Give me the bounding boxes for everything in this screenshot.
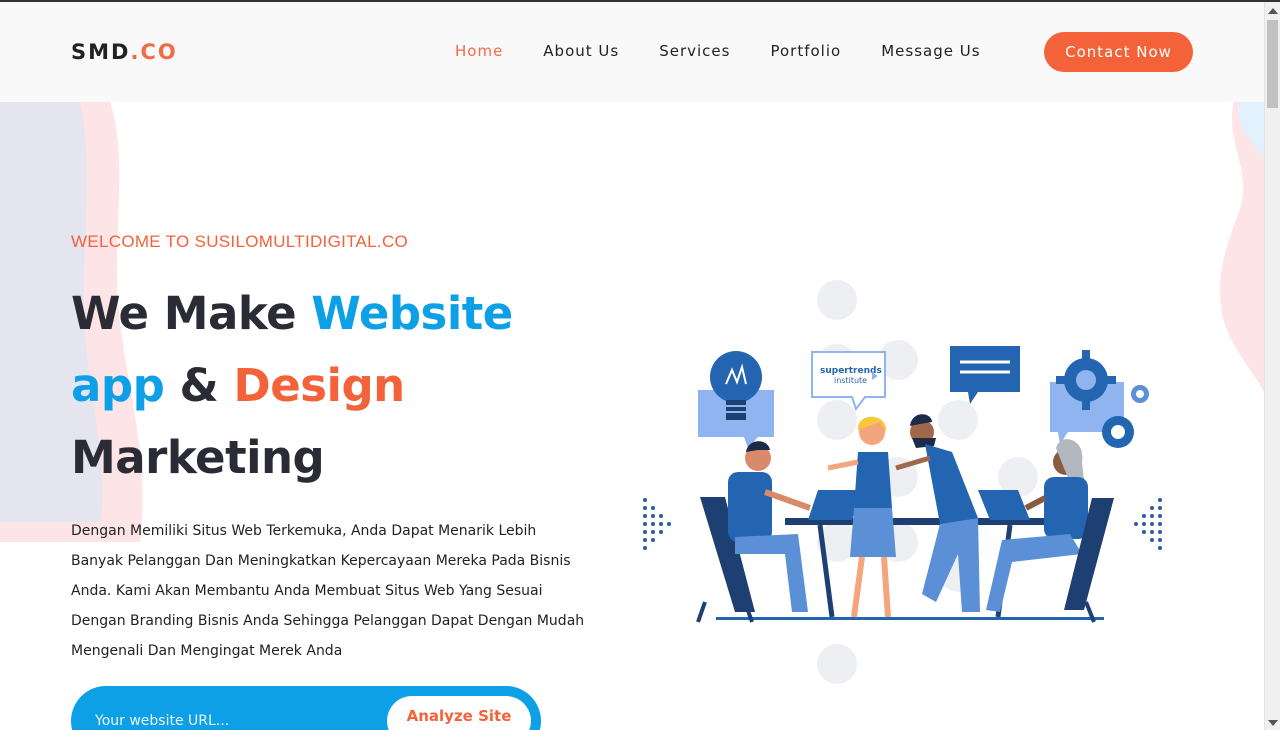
gears-bubble-icon	[1050, 350, 1149, 448]
scroll-up-arrow-icon[interactable]	[1268, 8, 1278, 14]
decor-circles	[817, 280, 1038, 684]
main-nav: Home About Us Services Portfolio Message…	[455, 42, 1021, 60]
person-standing-man	[895, 414, 980, 612]
analyze-form: Analyze Site	[71, 686, 541, 730]
analyze-site-button[interactable]: Analyze Site	[387, 696, 531, 730]
nav-about-us[interactable]: About Us	[543, 42, 619, 60]
hero-welcome-text: WELCOME TO SUSILOMULTIDIGITAL.CO	[71, 232, 409, 251]
badge-line-2: institute	[834, 376, 867, 385]
headline-design: Design	[233, 359, 405, 412]
chat-bubble-icon	[950, 346, 1020, 404]
contact-now-button[interactable]: Contact Now	[1044, 32, 1193, 72]
hero-section: WELCOME TO SUSILOMULTIDIGITAL.CO We Make…	[71, 232, 611, 666]
headline-part-1: We Make	[71, 287, 312, 340]
headline-ampersand: &	[164, 359, 234, 412]
lightbulb-bubble-icon	[698, 351, 774, 448]
site-logo[interactable]: SMD.CO	[71, 40, 178, 64]
site-header: SMD.CO Home About Us Services Portfolio …	[0, 2, 1264, 102]
nav-home[interactable]: Home	[455, 42, 503, 60]
hero-description: Dengan Memiliki Situs Web Terkemuka, And…	[71, 523, 585, 659]
nav-services[interactable]: Services	[659, 42, 730, 60]
dot-grid-right	[1134, 498, 1162, 550]
page: SMD.CO Home About Us Services Portfolio …	[0, 0, 1280, 730]
scrollbar-thumb[interactable]	[1267, 20, 1278, 108]
nav-portfolio[interactable]: Portfolio	[770, 42, 841, 60]
team-illustration: supertrends institute	[643, 280, 1162, 684]
logo-main-text: SMD	[71, 40, 131, 64]
person-sitting-left	[696, 441, 812, 623]
headline-website: Website	[311, 287, 513, 340]
dot-grid-left	[643, 498, 671, 550]
headline-marketing: Marketing	[71, 431, 325, 484]
page-scrollbar[interactable]	[1264, 2, 1280, 730]
nav-message-us[interactable]: Message Us	[881, 42, 980, 60]
headline-app: app	[71, 359, 165, 412]
supertrends-badge: supertrends institute	[811, 351, 886, 412]
background-blob-right	[1219, 102, 1264, 392]
logo-accent-text: .CO	[130, 40, 178, 64]
website-url-input[interactable]	[95, 708, 375, 730]
hero-headline: We Make Website app & Design Marketing	[71, 278, 611, 494]
scroll-down-arrow-icon[interactable]	[1268, 720, 1278, 726]
